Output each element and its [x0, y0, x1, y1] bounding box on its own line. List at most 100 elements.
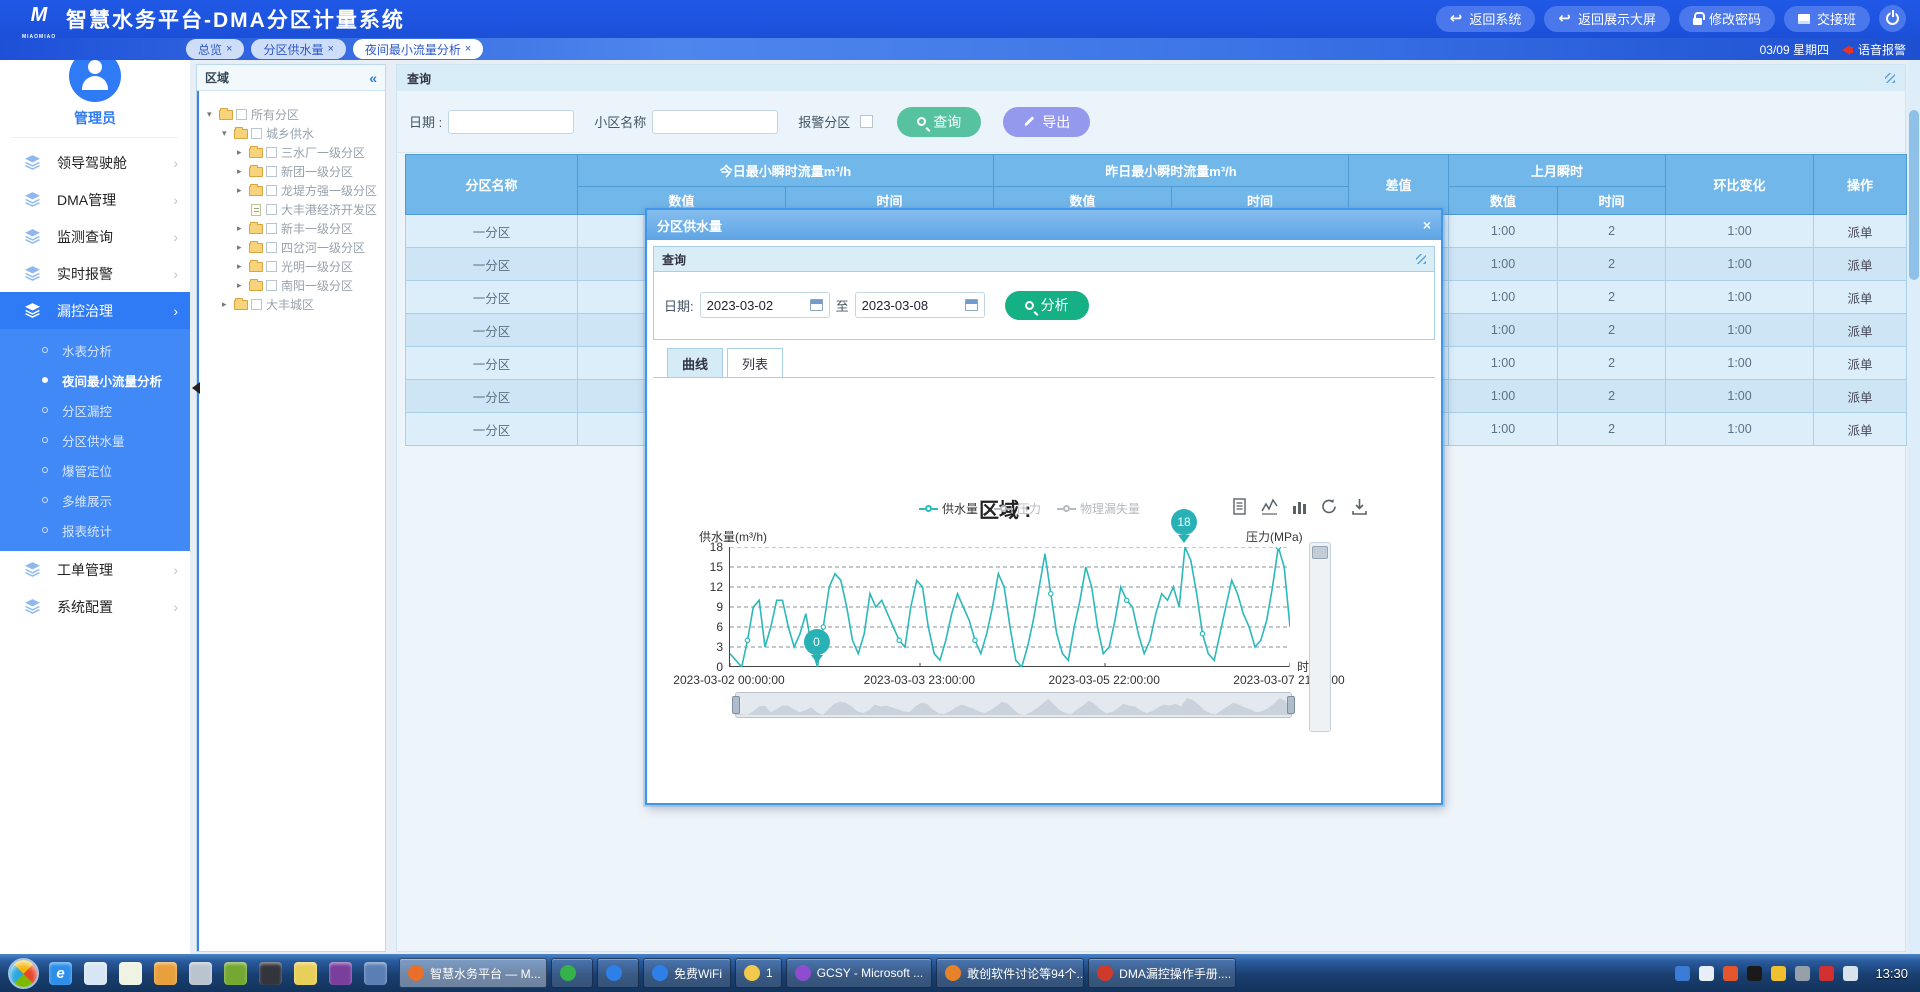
- export-button[interactable]: 导出: [1003, 107, 1090, 137]
- tab-close-icon[interactable]: ×: [465, 43, 471, 55]
- sidebar-item-实时报警[interactable]: 实时报警›: [0, 255, 190, 292]
- slider-handle-right[interactable]: [1287, 696, 1295, 714]
- tree-node-南阳一级分区[interactable]: ▸南阳一级分区: [205, 276, 381, 295]
- sidebar-subitem-分区供水量[interactable]: 分区供水量: [0, 425, 190, 455]
- legend-item-压力[interactable]: 压力: [994, 500, 1041, 517]
- caret-collapsed-icon[interactable]: ▸: [237, 223, 249, 234]
- sidebar-subitem-夜间最小流量分析[interactable]: 夜间最小流量分析: [0, 365, 190, 395]
- modal-close-icon[interactable]: ×: [1423, 217, 1431, 233]
- shift-change-button[interactable]: 交接班: [1784, 6, 1870, 32]
- sidebar-subitem-多维展示[interactable]: 多维展示: [0, 485, 190, 515]
- caret-collapsed-icon[interactable]: ▸: [237, 185, 249, 196]
- community-name-input[interactable]: [652, 110, 778, 134]
- legend-item-物理漏失量[interactable]: 物理漏失量: [1057, 500, 1140, 517]
- page-scrollbar[interactable]: [1908, 60, 1920, 954]
- tray-usb-icon[interactable]: [1795, 966, 1810, 981]
- date-from-input[interactable]: 2023-03-02: [700, 292, 830, 318]
- sidebar-subitem-报表统计[interactable]: 报表统计: [0, 515, 190, 545]
- caret-collapsed-icon[interactable]: ▸: [237, 261, 249, 272]
- sidebar-subitem-水表分析[interactable]: 水表分析: [0, 335, 190, 365]
- caret-collapsed-icon[interactable]: ▸: [237, 166, 249, 177]
- col-header-today-group[interactable]: 今日最小瞬时流量m³/h: [578, 155, 994, 187]
- tree-checkbox[interactable]: [266, 147, 277, 158]
- tree-node-新团一级分区[interactable]: ▸新团一级分区: [205, 162, 381, 181]
- caret-expanded-icon[interactable]: ▾: [207, 109, 219, 120]
- taskbar-window-browser-green-icon[interactable]: [551, 958, 593, 988]
- dispatch-action[interactable]: 派单: [1814, 281, 1907, 314]
- col-header-value[interactable]: 数值: [1449, 187, 1558, 215]
- caret-collapsed-icon[interactable]: ▸: [237, 147, 249, 158]
- projector-icon[interactable]: [189, 962, 212, 985]
- dispatch-action[interactable]: 派单: [1814, 314, 1907, 347]
- tree-node-大丰城区[interactable]: ▸大丰城区: [205, 295, 381, 314]
- col-header-ratio[interactable]: 环比变化: [1666, 155, 1814, 215]
- taskbar-window-GCSY - Microsoft ...[interactable]: GCSY - Microsoft ...: [786, 958, 932, 988]
- tree-node-光明一级分区[interactable]: ▸光明一级分区: [205, 257, 381, 276]
- tree-checkbox[interactable]: [236, 109, 247, 120]
- tree-checkbox[interactable]: [266, 261, 277, 272]
- sidebar-item-工单管理[interactable]: 工单管理›: [0, 551, 190, 588]
- notepad-icon[interactable]: [119, 962, 142, 985]
- download-icon[interactable]: [1351, 498, 1368, 515]
- explorer-icon[interactable]: [84, 962, 107, 985]
- modal-header[interactable]: 分区供水量 ×: [647, 210, 1441, 240]
- analyze-button[interactable]: 分析: [1005, 291, 1089, 320]
- taskbar-window-1[interactable]: 1: [735, 958, 782, 988]
- change-password-button[interactable]: 修改密码: [1679, 6, 1775, 32]
- search-button[interactable]: 查询: [897, 107, 981, 137]
- date-to-input[interactable]: 2023-03-08: [855, 292, 985, 318]
- col-header-time[interactable]: 时间: [1558, 187, 1666, 215]
- start-button[interactable]: [8, 958, 39, 989]
- media-icon[interactable]: [259, 962, 282, 985]
- voice-alarm-label[interactable]: 语音报警: [1858, 41, 1906, 58]
- col-header-diff[interactable]: 差值: [1349, 155, 1449, 215]
- calendar-picker-icon[interactable]: [810, 299, 823, 311]
- slider-handle-left[interactable]: [732, 696, 740, 714]
- dispatch-action[interactable]: 派单: [1814, 347, 1907, 380]
- return-system-button[interactable]: ↩返回系统: [1436, 6, 1536, 32]
- taskbar-window-免费WiFi[interactable]: 免费WiFi: [643, 958, 731, 988]
- alarm-partition-checkbox[interactable]: [860, 115, 873, 128]
- sidebar-item-领导驾驶舱[interactable]: 领导驾驶舱›: [0, 144, 190, 181]
- tree-node-三水厂一级分区[interactable]: ▸三水厂一级分区: [205, 143, 381, 162]
- modal-tab-曲线[interactable]: 曲线: [667, 348, 723, 377]
- tree-checkbox[interactable]: [266, 166, 277, 177]
- tree-checkbox[interactable]: [266, 242, 277, 253]
- col-header-yesterday-group[interactable]: 昨日最小瞬时流量m³/h: [994, 155, 1349, 187]
- sidebar-subitem-分区漏控[interactable]: 分区漏控: [0, 395, 190, 425]
- sidebar-item-DMA管理[interactable]: DMA管理›: [0, 181, 190, 218]
- taskbar-window-敢创软件讨论等94个...[interactable]: 敢创软件讨论等94个...: [936, 958, 1084, 988]
- caret-expanded-icon[interactable]: ▾: [222, 128, 234, 139]
- tree-node-所有分区[interactable]: ▾所有分区: [205, 105, 381, 124]
- tab-夜间最小流量分析[interactable]: 夜间最小流量分析×: [353, 39, 483, 59]
- resize-icon[interactable]: [1416, 254, 1426, 264]
- tree-checkbox[interactable]: [266, 223, 277, 234]
- calendar-picker-icon[interactable]: [965, 299, 978, 311]
- col-header-lastmonth-group[interactable]: 上月瞬时: [1449, 155, 1666, 187]
- taskbar-window-browser-blue-icon[interactable]: [597, 958, 639, 988]
- barchart-icon[interactable]: [1291, 498, 1308, 515]
- tab-close-icon[interactable]: ×: [226, 43, 232, 55]
- tray-speaker-red-icon[interactable]: [1819, 966, 1834, 981]
- col-header-action[interactable]: 操作: [1814, 155, 1907, 215]
- dispatch-action[interactable]: 派单: [1814, 380, 1907, 413]
- dataview-icon[interactable]: [1231, 498, 1248, 515]
- resize-icon[interactable]: [1885, 73, 1895, 83]
- col-header-partition[interactable]: 分区名称: [406, 155, 578, 215]
- tray-app-blue-icon[interactable]: [1675, 966, 1690, 981]
- refresh-icon[interactable]: [1321, 498, 1338, 515]
- tab-close-icon[interactable]: ×: [327, 43, 333, 55]
- dispatch-action[interactable]: 派单: [1814, 248, 1907, 281]
- datazoom-horizontal-slider[interactable]: [735, 692, 1292, 718]
- taskbar-window-DMA漏控操作手册....[interactable]: DMA漏控操作手册....: [1088, 958, 1236, 988]
- caret-collapsed-icon[interactable]: ▸: [237, 242, 249, 253]
- tree-node-城乡供水[interactable]: ▾城乡供水: [205, 124, 381, 143]
- devices-icon[interactable]: [364, 962, 387, 985]
- tray-ring-icon[interactable]: [1699, 966, 1714, 981]
- tray-ball-yellow-icon[interactable]: [1771, 966, 1786, 981]
- map-icon[interactable]: [224, 962, 247, 985]
- taskbar-window-智慧水务平台 — M...[interactable]: 智慧水务平台 — M...: [399, 958, 547, 988]
- snipping-icon[interactable]: [294, 962, 317, 985]
- tree-checkbox[interactable]: [251, 128, 262, 139]
- tree-node-龙堤方强一级分区[interactable]: ▸龙堤方强一级分区: [205, 181, 381, 200]
